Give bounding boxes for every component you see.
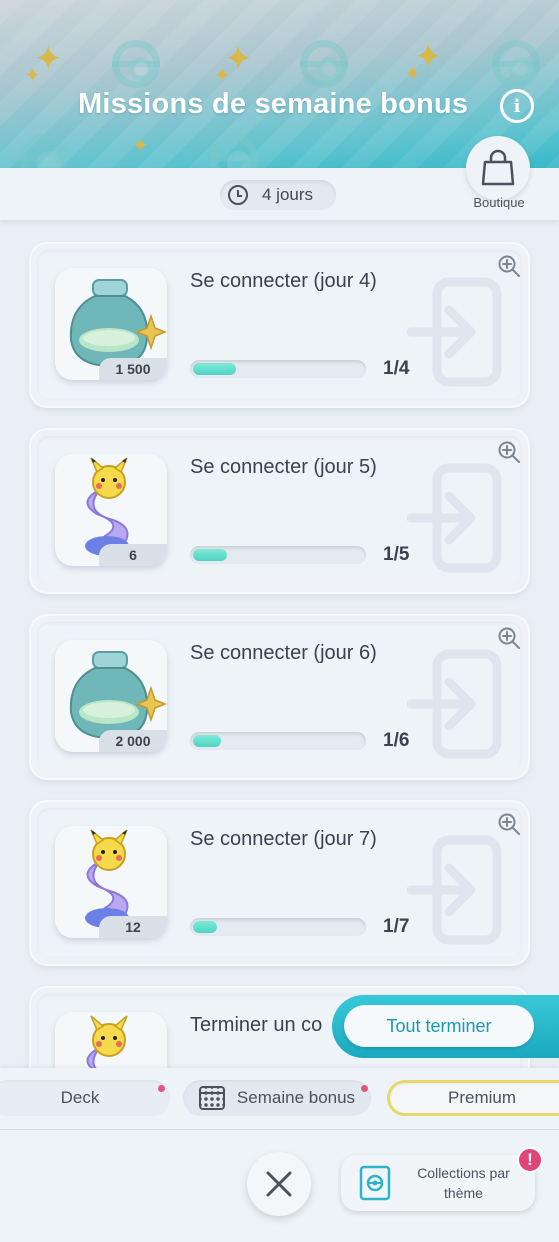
calendar-icon bbox=[198, 1086, 225, 1110]
page-title: Missions de semaine bonus bbox=[78, 88, 469, 120]
login-arrow-icon bbox=[407, 835, 502, 945]
shopping-bag-icon bbox=[481, 149, 515, 186]
time-remaining-badge: 4 jours bbox=[220, 180, 336, 210]
progress-count: 1/7 bbox=[383, 916, 410, 937]
info-icon: i bbox=[513, 95, 521, 117]
notification-dot bbox=[361, 1085, 368, 1092]
mission-card[interactable]: 6 Se connecter (jour 5) 1/5 bbox=[31, 430, 528, 592]
reward-item[interactable] bbox=[55, 1012, 167, 1070]
mission-title: Terminer un co bbox=[190, 1014, 323, 1036]
tab-bonus-week-label: Semaine bonus bbox=[236, 1088, 356, 1107]
reward-item[interactable]: 12 bbox=[55, 826, 167, 938]
progress-count: 1/6 bbox=[383, 730, 410, 751]
progress-bar bbox=[190, 732, 366, 750]
reward-quantity: 2 000 bbox=[99, 730, 167, 752]
info-button[interactable]: i bbox=[500, 89, 534, 123]
theme-collections-button[interactable]: Collections par thème bbox=[341, 1155, 535, 1211]
progress-fill bbox=[193, 921, 217, 933]
time-remaining-text: 4 jours bbox=[262, 185, 314, 204]
reward-item[interactable]: 6 bbox=[55, 454, 167, 566]
progress-count: 1/5 bbox=[383, 544, 410, 565]
mission-card[interactable]: 12 Se connecter (jour 7) 1/7 bbox=[31, 802, 528, 964]
complete-all-button[interactable]: Tout terminer bbox=[344, 1005, 534, 1047]
notification-dot bbox=[158, 1085, 165, 1092]
login-arrow-icon bbox=[407, 277, 502, 387]
zoom-in-icon[interactable] bbox=[497, 626, 521, 650]
sparkle-icon: ✦ bbox=[214, 65, 231, 87]
pokeball-pattern-icon bbox=[20, 134, 68, 170]
login-arrow-icon bbox=[407, 463, 502, 573]
zoom-in-icon[interactable] bbox=[497, 254, 521, 278]
pikachu-hourglass-icon bbox=[86, 1015, 128, 1070]
reward-quantity: 6 bbox=[99, 544, 167, 566]
progress-count: 1/4 bbox=[383, 358, 410, 379]
mission-card[interactable]: 1 500 Se connecter (jour 4) 1/4 bbox=[31, 244, 528, 406]
sparkle-icon: ✦ bbox=[24, 65, 41, 87]
alert-badge: ! bbox=[517, 1147, 543, 1173]
card-collection-icon bbox=[359, 1165, 391, 1201]
pokeball-pattern-icon bbox=[210, 134, 258, 170]
close-icon bbox=[266, 1171, 292, 1197]
mission-list[interactable]: 1 500 Se connecter (jour 4) 1/4 6 Se con… bbox=[0, 220, 559, 1070]
sparkle-icon: ✦ bbox=[404, 63, 421, 85]
reward-quantity: 1 500 bbox=[99, 358, 167, 380]
theme-collections-label-line1: Collections par bbox=[417, 1165, 510, 1181]
close-button[interactable] bbox=[247, 1152, 311, 1216]
reward-item[interactable]: 2 000 bbox=[55, 640, 167, 752]
zoom-in-icon[interactable] bbox=[497, 812, 521, 836]
theme-collections-label-line2: thème bbox=[444, 1185, 483, 1201]
mission-title: Se connecter (jour 5) bbox=[190, 456, 377, 478]
tab-deck-label: Deck bbox=[60, 1088, 100, 1107]
shop-label: Boutique bbox=[473, 195, 525, 210]
progress-fill bbox=[193, 363, 236, 375]
login-arrow-icon bbox=[407, 649, 502, 759]
pokeball-pattern-icon bbox=[112, 40, 160, 88]
mission-card[interactable]: 2 000 Se connecter (jour 6) 1/6 bbox=[31, 616, 528, 778]
shop-button[interactable] bbox=[466, 136, 530, 200]
sparkle-icon: ✦ bbox=[132, 135, 149, 157]
theme-collections-label: Collections par thème bbox=[401, 1163, 526, 1203]
pokeball-pattern-icon bbox=[300, 40, 348, 88]
progress-bar bbox=[190, 918, 366, 936]
tab-deck[interactable]: Deck bbox=[0, 1080, 170, 1116]
mission-title: Se connecter (jour 4) bbox=[190, 270, 377, 292]
zoom-in-icon[interactable] bbox=[497, 440, 521, 464]
tab-bonus-week[interactable]: Semaine bonus bbox=[183, 1080, 371, 1116]
pokeball-pattern-icon bbox=[492, 40, 540, 88]
mission-title: Se connecter (jour 6) bbox=[190, 642, 377, 664]
mission-title: Se connecter (jour 7) bbox=[190, 828, 377, 850]
progress-bar bbox=[190, 546, 366, 564]
reward-quantity: 12 bbox=[99, 916, 167, 938]
clock-icon bbox=[228, 185, 248, 205]
tab-premium-label: Premium bbox=[447, 1088, 516, 1107]
tab-premium[interactable]: Premium bbox=[387, 1080, 559, 1116]
tab-bar: Deck Semaine bonus Premium bbox=[0, 1068, 559, 1130]
progress-fill bbox=[193, 735, 221, 747]
progress-fill bbox=[193, 549, 227, 561]
reward-item[interactable]: 1 500 bbox=[55, 268, 167, 380]
progress-bar bbox=[190, 360, 366, 378]
